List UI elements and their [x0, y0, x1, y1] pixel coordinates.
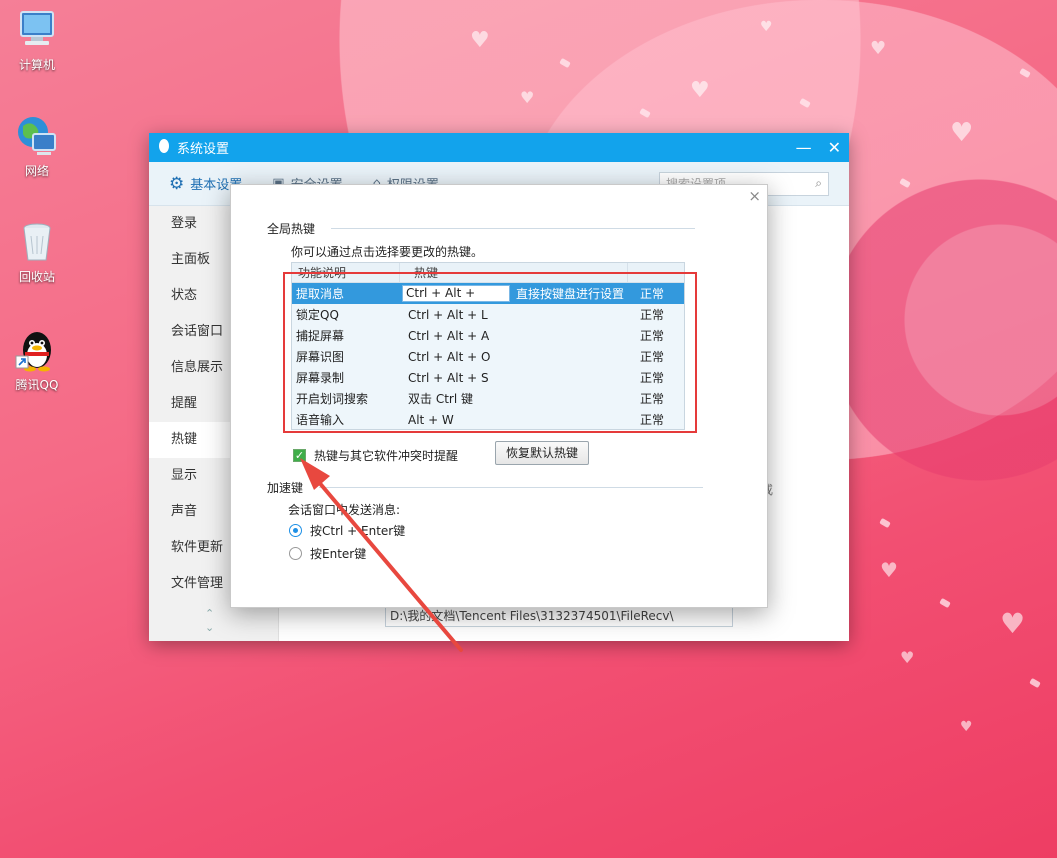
table-row[interactable]: 语音输入 Alt + W 正常 — [292, 409, 684, 429]
row-hotkey: Ctrl + Alt + A — [408, 328, 490, 343]
column-header-status — [628, 263, 684, 282]
row-status: 正常 — [640, 287, 665, 301]
row-hotkey: Ctrl + Alt + L — [408, 307, 488, 322]
window-title: 系统设置 — [177, 142, 230, 157]
table-row[interactable]: 锁定QQ Ctrl + Alt + L 正常 — [292, 304, 684, 325]
row-function: 提取消息 — [296, 287, 345, 301]
send-message-subtitle: 会话窗口中发送消息: — [288, 503, 401, 517]
radio-selected-icon — [289, 524, 302, 537]
restore-default-hotkeys-button[interactable]: 恢复默认热键 — [495, 441, 589, 465]
row-hotkey: Ctrl + Alt + S — [408, 370, 489, 385]
row-status: 正常 — [640, 413, 665, 427]
row-status: 正常 — [640, 350, 665, 364]
dialog-close-button[interactable]: × — [748, 187, 761, 205]
sidebar-scroll-arrows[interactable]: ⌃ ⌄ — [205, 607, 214, 635]
window-titlebar[interactable]: 系统设置 — ✕ — [149, 133, 849, 162]
column-header-function: 功能说明 — [292, 263, 400, 282]
radio-enter[interactable]: 按Enter键 — [289, 545, 366, 562]
global-hotkeys-section-title: 全局热键 — [267, 220, 696, 237]
row-function: 开启划词搜索 — [296, 392, 369, 406]
desktop-icon-computer[interactable]: 计算机 — [8, 8, 66, 73]
hotkey-input[interactable]: Ctrl + Alt + — [402, 285, 510, 302]
table-row[interactable]: 屏幕识图 Ctrl + Alt + O 正常 — [292, 346, 684, 367]
column-header-hotkey: 热键 — [400, 263, 628, 282]
desktop-icon-label: 网络 — [24, 164, 49, 178]
computer-icon — [15, 8, 59, 52]
row-hotkey: Alt + W — [408, 412, 454, 427]
row-function: 屏幕识图 — [296, 350, 345, 364]
file-path-field[interactable]: D:\我的文档\Tencent Files\3132374501\FileRec… — [385, 605, 733, 627]
row-function: 捕捉屏幕 — [296, 329, 345, 343]
table-row[interactable]: 屏幕录制 Ctrl + Alt + S 正常 — [292, 367, 684, 388]
radio-label: 按Ctrl + Enter键 — [310, 524, 406, 538]
table-row[interactable]: 提取消息 Ctrl + Alt + 直接按键盘进行设置 正常 — [292, 283, 684, 304]
network-icon — [15, 114, 59, 158]
hotkey-settings-dialog: × 全局热键 你可以通过点击选择要更改的热键。 功能说明 热键 提取消息 Ctr… — [230, 184, 768, 608]
search-icon: ⌕ — [815, 176, 822, 190]
row-status: 正常 — [640, 392, 665, 406]
desktop-icon-network[interactable]: 网络 — [8, 114, 66, 179]
section-divider — [331, 228, 696, 229]
row-function: 屏幕录制 — [296, 371, 345, 385]
hotkey-hint-text: 你可以通过点击选择要更改的热键。 — [291, 245, 484, 259]
qq-logo-icon — [157, 138, 171, 157]
desktop-icon-label: 腾讯QQ — [15, 378, 59, 392]
row-hotkey: Ctrl + Alt + O — [408, 349, 491, 364]
table-row[interactable]: 开启划词搜索 双击 Ctrl 键 正常 — [292, 388, 684, 409]
accelerator-section-title: 加速键 — [267, 479, 704, 496]
radio-ctrl-enter[interactable]: 按Ctrl + Enter键 — [289, 522, 405, 539]
table-row[interactable]: 捕捉屏幕 Ctrl + Alt + A 正常 — [292, 325, 684, 346]
checkmark-icon: ✓ — [293, 449, 306, 462]
radio-unselected-icon — [289, 547, 302, 560]
section-title-text: 加速键 — [267, 481, 304, 495]
row-status: 正常 — [640, 329, 665, 343]
row-function: 语音输入 — [296, 413, 345, 427]
desktop-icon-label: 计算机 — [18, 58, 55, 72]
hotkey-table: 功能说明 热键 提取消息 Ctrl + Alt + 直接按键盘进行设置 正常 锁… — [291, 262, 685, 430]
row-hotkey: 双击 Ctrl 键 — [408, 392, 473, 406]
section-divider — [319, 487, 704, 488]
recycle-bin-icon — [15, 220, 59, 264]
checkbox-label: 热键与其它软件冲突时提醒 — [314, 449, 459, 463]
desktop-icon-qq[interactable]: 腾讯QQ — [8, 328, 66, 393]
table-header: 功能说明 热键 — [292, 263, 684, 283]
close-button[interactable]: ✕ — [828, 138, 841, 157]
row-note: 直接按键盘进行设置 — [516, 287, 625, 301]
radio-label: 按Enter键 — [310, 547, 367, 561]
row-function: 锁定QQ — [296, 308, 339, 322]
row-status: 正常 — [640, 371, 665, 385]
qq-penguin-icon — [15, 328, 59, 372]
conflict-reminder-checkbox[interactable]: ✓ 热键与其它软件冲突时提醒 — [293, 447, 458, 464]
gear-icon: ⚙ — [169, 173, 185, 194]
desktop-icon-label: 回收站 — [18, 270, 55, 284]
minimize-button[interactable]: — — [796, 138, 812, 157]
desktop-icon-recycle-bin[interactable]: 回收站 — [8, 220, 66, 285]
row-status: 正常 — [640, 308, 665, 322]
section-title-text: 全局热键 — [267, 222, 316, 236]
